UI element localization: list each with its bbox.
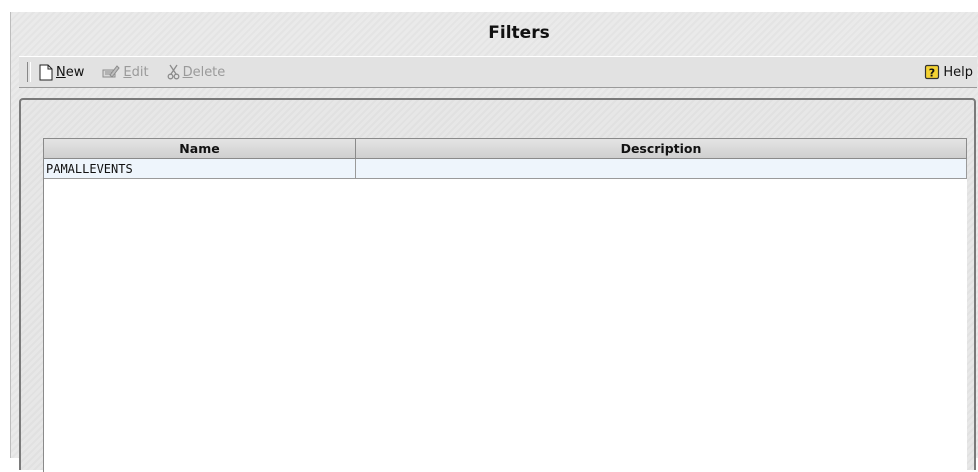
cell-name[interactable]: PAMALLEVENTS xyxy=(44,159,356,179)
table-row[interactable]: PAMALLEVENTS xyxy=(44,159,967,179)
edit-icon xyxy=(102,64,121,78)
toolbar-grip[interactable] xyxy=(27,62,31,82)
delete-mnemonic: D xyxy=(182,64,193,80)
svg-text:?: ? xyxy=(929,66,935,79)
help-icon: ? xyxy=(925,64,940,79)
content-frame: Name Description PAMALLEVENTS xyxy=(19,98,976,472)
help-label: Help xyxy=(943,64,973,80)
toolbar: New Edit Delete ? Help xyxy=(19,56,977,88)
help-button[interactable]: ? Help xyxy=(924,64,973,80)
title-bar: Filters xyxy=(11,12,978,54)
edit-button[interactable]: Edit xyxy=(102,64,149,80)
edit-mnemonic: E xyxy=(123,64,132,80)
table-header: Name Description xyxy=(44,139,967,159)
column-header-name[interactable]: Name xyxy=(44,139,356,159)
cell-description[interactable] xyxy=(356,159,967,179)
new-label: ew xyxy=(65,64,85,80)
delete-button[interactable]: Delete xyxy=(167,64,226,80)
filters-table: Name Description PAMALLEVENTS xyxy=(43,138,967,472)
new-mnemonic: N xyxy=(56,64,66,80)
filters-panel: Filters New Edit Delete ? Help Name Desc… xyxy=(10,12,978,472)
page-title: Filters xyxy=(488,23,550,43)
scissors-icon xyxy=(167,64,180,80)
new-button[interactable]: New xyxy=(39,64,84,81)
edit-label: dit xyxy=(131,64,149,80)
column-header-description[interactable]: Description xyxy=(356,139,967,159)
delete-label: elete xyxy=(192,64,226,80)
new-document-icon xyxy=(39,64,53,80)
